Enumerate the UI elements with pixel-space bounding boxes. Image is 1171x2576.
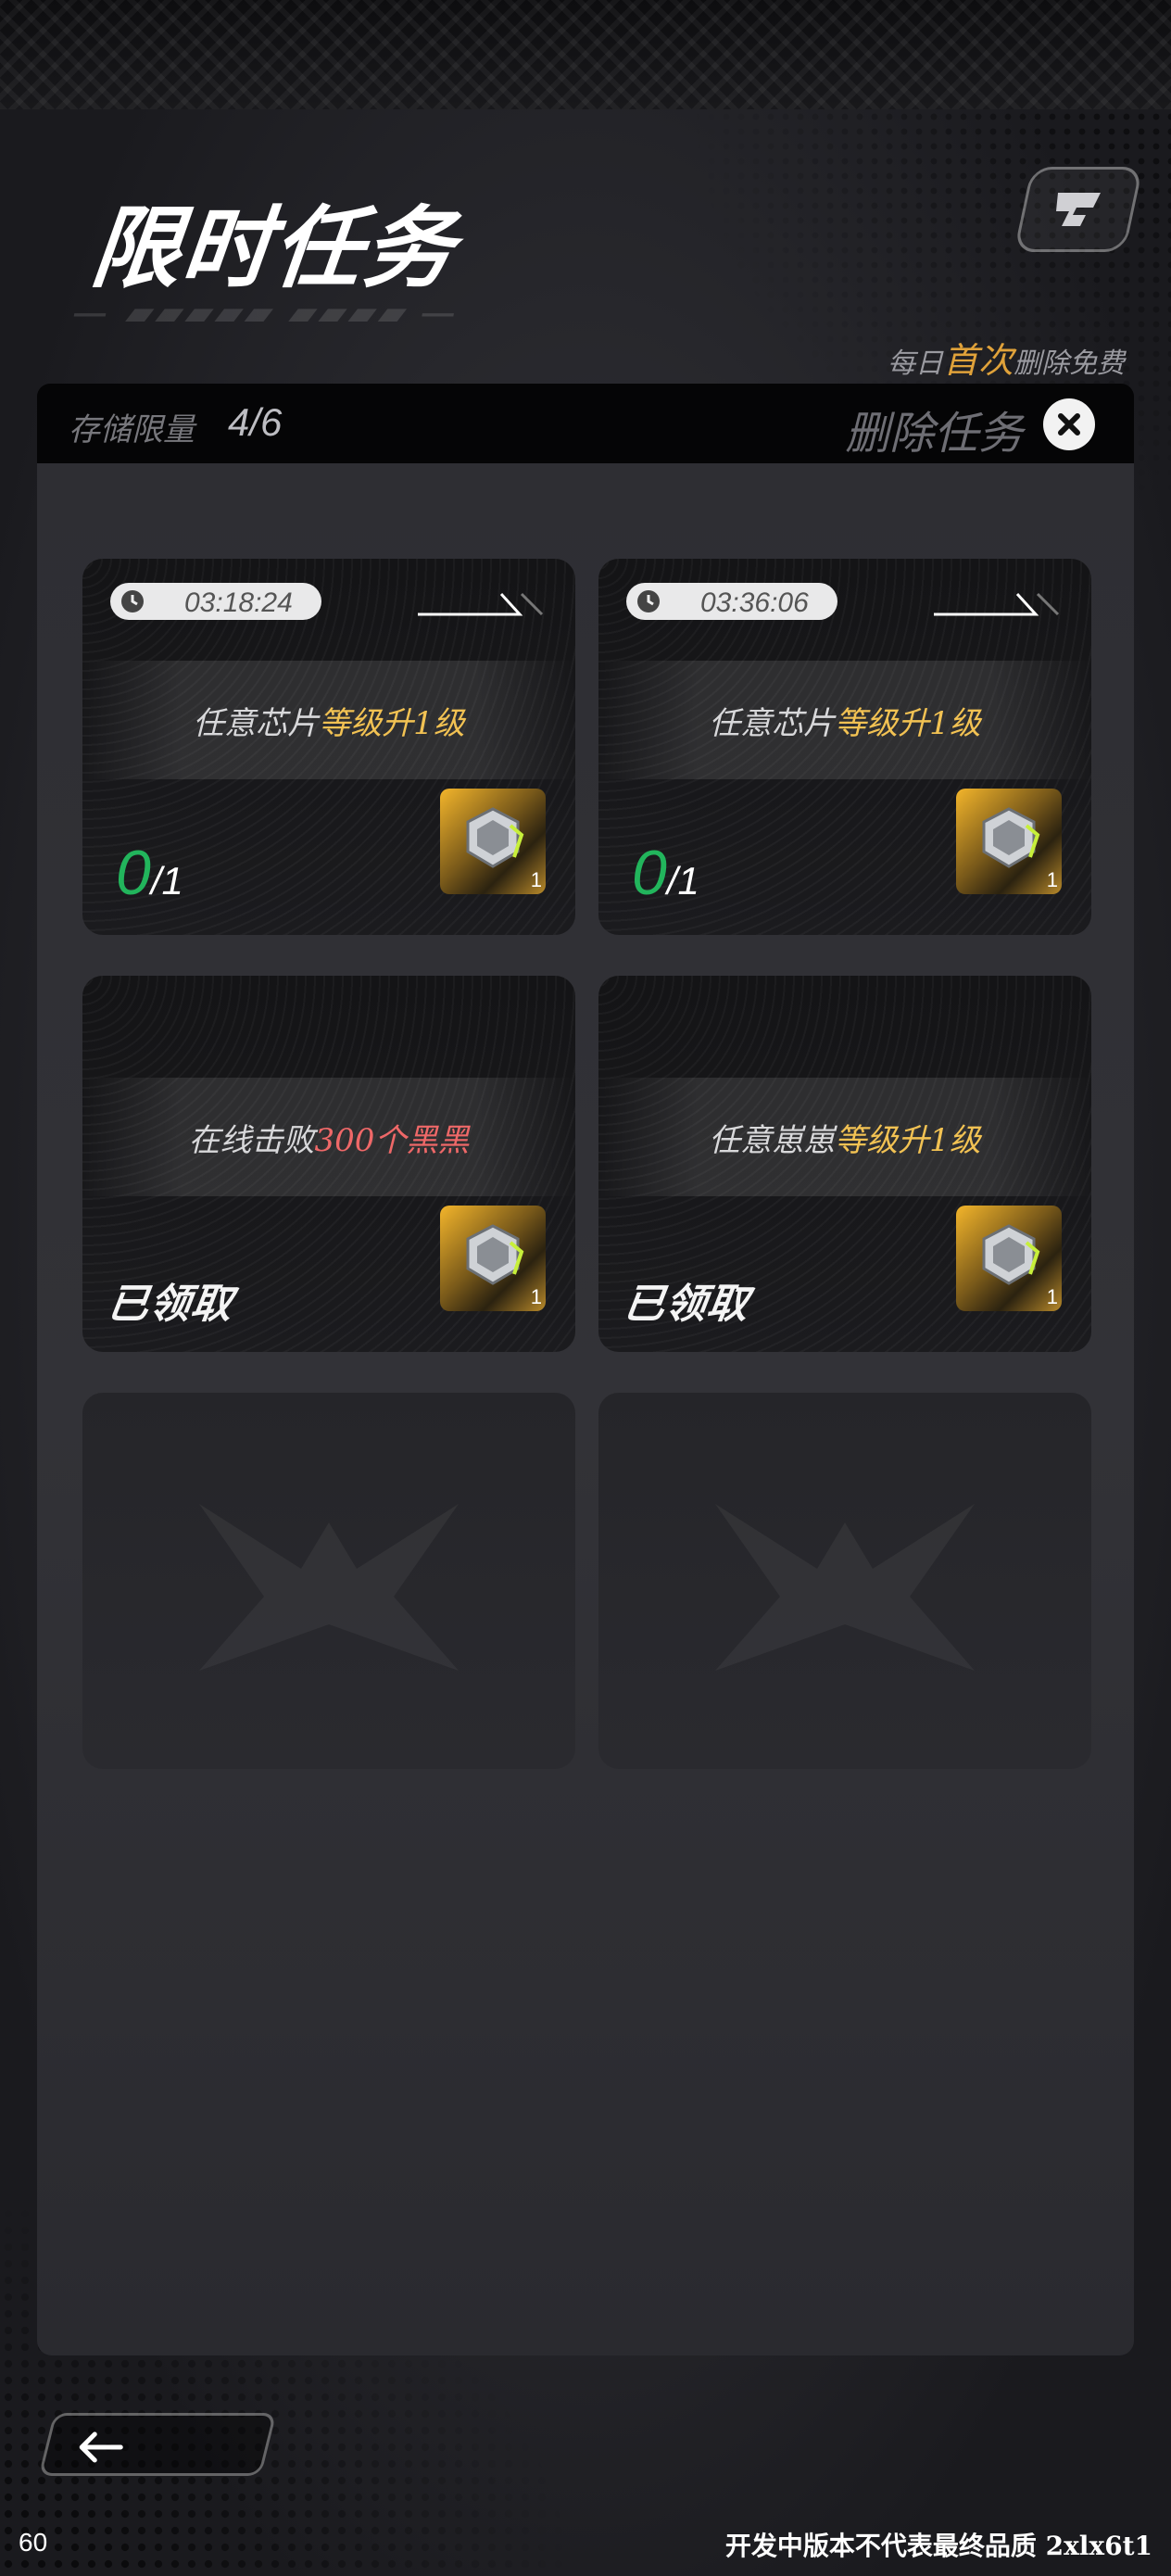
- reward-item[interactable]: 1: [440, 1206, 546, 1311]
- logo-button[interactable]: [1014, 167, 1143, 252]
- delete-task-label[interactable]: 删除任务: [845, 397, 1023, 461]
- reward-item[interactable]: 1: [956, 789, 1062, 894]
- timer-badge: 03:36:06: [626, 583, 837, 620]
- task-card[interactable]: 03:36:06 任意芯片等级升1级 0/1 1: [598, 559, 1091, 935]
- claimed-status: 已领取: [620, 1281, 752, 1328]
- page-title: 限时任务: [86, 196, 460, 300]
- title-decoration: — ▰▰▰▰▰ ▰▰▰▰ —: [74, 296, 460, 331]
- timer-text: 03:36:06: [700, 587, 809, 618]
- task-card[interactable]: 任意崽崽等级升1级 已领取 1: [598, 976, 1091, 1352]
- arrow-left-icon: [79, 2431, 123, 2463]
- reward-quantity: 1: [1046, 868, 1058, 891]
- task-progress: 0/1: [116, 838, 183, 908]
- fps-counter: 60: [19, 2528, 48, 2557]
- reward-item[interactable]: 1: [956, 1206, 1062, 1311]
- stripe-decoration: [418, 592, 544, 616]
- back-button[interactable]: [38, 2413, 277, 2476]
- storage-label: 存储限量: [69, 411, 195, 448]
- delete-task-button[interactable]: [1043, 398, 1095, 450]
- timer-badge: 03:18:24: [110, 583, 321, 620]
- task-card[interactable]: 03:18:24 任意芯片等级升1级 0/1 1: [82, 559, 575, 935]
- top-banner: [0, 0, 1171, 109]
- empty-slot-emblem-icon: [715, 1504, 975, 1671]
- empty-slot-emblem-icon: [199, 1504, 459, 1671]
- timer-text: 03:18:24: [184, 587, 293, 618]
- stripe-decoration: [934, 592, 1060, 616]
- task-description: 任意崽崽等级升1级: [598, 1078, 1091, 1196]
- storage-bar: 存储限量 4/6 删除任务: [37, 384, 1134, 463]
- reward-quantity: 1: [530, 1285, 542, 1308]
- task-progress: 0/1: [632, 838, 699, 908]
- build-watermark: 开发中版本不代表最终品质 2xlx6t1: [724, 2531, 1152, 2561]
- task-description: 任意芯片等级升1级: [82, 661, 575, 779]
- task-description: 在线击败300个黑黑: [82, 1078, 575, 1196]
- clock-icon: [637, 590, 660, 612]
- brand-logo-icon: [1056, 193, 1101, 226]
- task-description: 任意芯片等级升1级: [598, 661, 1091, 779]
- reward-quantity: 1: [530, 868, 542, 891]
- task-card[interactable]: 在线击败300个黑黑 已领取 1: [82, 976, 575, 1352]
- storage-count: 4/6: [228, 400, 283, 444]
- reward-item[interactable]: 1: [440, 789, 546, 894]
- empty-task-slot: [598, 1393, 1091, 1769]
- reward-quantity: 1: [1046, 1285, 1058, 1308]
- free-delete-note: 每日首次删除免费: [887, 340, 1125, 381]
- clock-icon: [121, 590, 144, 612]
- empty-task-slot: [82, 1393, 575, 1769]
- close-icon: [1058, 413, 1080, 436]
- claimed-status: 已领取: [104, 1281, 236, 1328]
